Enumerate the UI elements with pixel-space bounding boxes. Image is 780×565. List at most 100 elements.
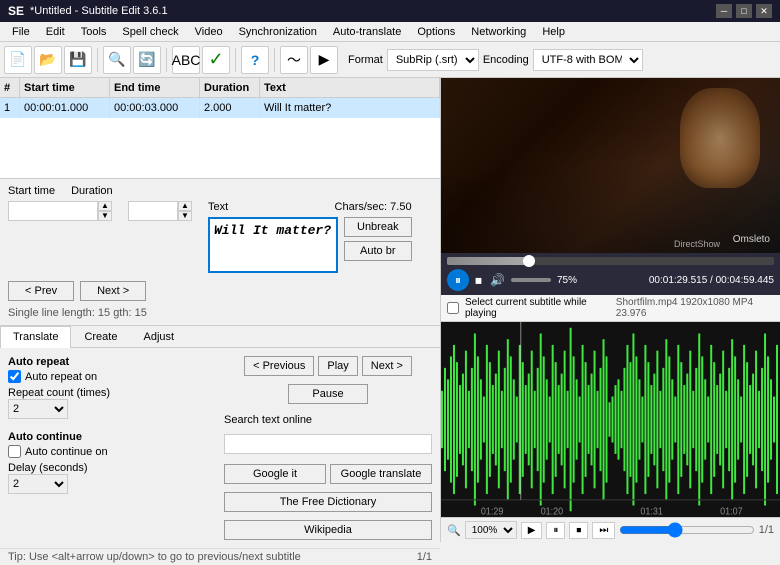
minimize-button[interactable]: ─ xyxy=(716,4,732,18)
menu-networking[interactable]: Networking xyxy=(463,24,534,40)
encoding-select[interactable]: UTF-8 with BOM xyxy=(533,49,643,71)
auto-continue-label: Auto continue xyxy=(8,431,216,443)
video-controls: ⏸ ⏹ 🔊 75% 00:01:29.515 / 00:04:59.445 xyxy=(441,253,780,295)
start-time-input[interactable]: 00:00:01.000 xyxy=(8,201,98,221)
subtitle-textarea[interactable]: Will It matter? xyxy=(208,217,338,273)
waveform-play-button[interactable]: ▶ xyxy=(521,522,543,539)
auto-repeat-label: Auto repeat xyxy=(8,356,216,368)
tabs-row: Translate Create Adjust xyxy=(0,326,440,348)
auto-repeat-checkbox[interactable] xyxy=(8,370,21,383)
auto-continue-checkbox[interactable] xyxy=(8,445,21,458)
svg-text:01:07: 01:07 xyxy=(720,506,742,517)
next-translate-button[interactable]: Next > xyxy=(362,356,412,376)
table-header: # Start time End time Duration Text xyxy=(0,78,440,98)
menu-file[interactable]: File xyxy=(4,24,38,40)
col-start: Start time xyxy=(20,78,110,97)
tab-adjust[interactable]: Adjust xyxy=(130,326,187,347)
duration-down[interactable]: ▼ xyxy=(178,211,192,221)
waveform-button[interactable]: 〜 xyxy=(280,46,308,74)
col-end: End time xyxy=(110,78,200,97)
menu-bar: File Edit Tools Spell check Video Synchr… xyxy=(0,22,780,42)
menu-video[interactable]: Video xyxy=(187,24,231,40)
cell-start: 00:00:01.000 xyxy=(20,98,110,118)
play-translate-button[interactable]: Play xyxy=(318,356,357,376)
svg-text:01:29: 01:29 xyxy=(481,506,503,517)
format-label: Format xyxy=(348,54,383,66)
line-info: Single line length: 15 gth: 15 xyxy=(8,307,432,319)
waveform-page-info: 1/1 xyxy=(759,524,774,536)
tab-translate[interactable]: Translate xyxy=(0,326,71,348)
col-text: Text xyxy=(260,78,440,97)
menu-sync[interactable]: Synchronization xyxy=(231,24,325,40)
waveform-stop-button[interactable]: ⏹ xyxy=(569,522,588,539)
wikipedia-button[interactable]: Wikipedia xyxy=(224,520,432,540)
previous-button[interactable]: < Previous xyxy=(244,356,314,376)
video-button[interactable]: ▶ xyxy=(310,46,338,74)
chars-per-sec: Chars/sec: 7.50 xyxy=(335,201,412,213)
prev-button[interactable]: < Prev xyxy=(8,281,74,301)
delay-label: Delay (seconds) xyxy=(8,462,87,474)
directshow-label: DirectShow xyxy=(674,239,720,249)
open-button[interactable]: 📂 xyxy=(34,46,62,74)
menu-tools[interactable]: Tools xyxy=(73,24,115,40)
replace-button[interactable]: 🔄 xyxy=(133,46,161,74)
repeat-count-select[interactable]: 2 xyxy=(8,399,68,419)
waveform-container[interactable]: 01:29 01:20 01:31 01:07 xyxy=(441,322,780,517)
spell-button[interactable]: ABC xyxy=(172,46,200,74)
save-button[interactable]: 💾 xyxy=(64,46,92,74)
duration-up[interactable]: ▲ xyxy=(178,201,192,211)
search-online-input[interactable] xyxy=(224,434,432,454)
tip-text: Tip: Use <alt+arrow up/down> to go to pr… xyxy=(8,551,301,563)
free-dict-button[interactable]: The Free Dictionary xyxy=(224,492,432,512)
cell-duration: 2.000 xyxy=(200,98,260,118)
search-button[interactable]: 🔍 xyxy=(103,46,131,74)
file-info: Shortfilm.mp4 1920x1080 MP4 23.976 xyxy=(616,297,774,319)
format-select[interactable]: SubRip (.srt) xyxy=(387,49,479,71)
menu-help[interactable]: Help xyxy=(534,24,573,40)
cell-end: 00:00:03.000 xyxy=(110,98,200,118)
zoom-select[interactable]: 100% xyxy=(465,521,517,539)
start-time-up[interactable]: ▲ xyxy=(98,201,112,211)
play-pause-button[interactable]: ⏸ xyxy=(447,269,469,291)
repeat-count-label: Repeat count (times) xyxy=(8,387,110,399)
check-button[interactable]: ✓ xyxy=(202,46,230,74)
menu-autotranslate[interactable]: Auto-translate xyxy=(325,24,409,40)
google-it-button[interactable]: Google it xyxy=(224,464,326,484)
waveform-display: 01:29 01:20 01:31 01:07 xyxy=(441,322,780,517)
menu-spellcheck[interactable]: Spell check xyxy=(114,24,186,40)
duration-input[interactable]: 2.000 xyxy=(128,201,178,221)
volume-slider[interactable] xyxy=(511,278,551,282)
maximize-button[interactable]: □ xyxy=(736,4,752,18)
progress-bar[interactable] xyxy=(447,257,774,265)
new-button[interactable]: 📄 xyxy=(4,46,32,74)
pause-button[interactable]: Pause xyxy=(288,384,368,404)
page-info: 1/1 xyxy=(417,551,432,563)
auto-repeat-section: Auto repeat Auto repeat on Repeat count … xyxy=(8,356,216,419)
close-button[interactable]: ✕ xyxy=(756,4,772,18)
unbreak-button[interactable]: Unbreak xyxy=(344,217,412,237)
auto-repeat-on-label: Auto repeat on xyxy=(25,371,97,383)
google-translate-button[interactable]: Google translate xyxy=(330,464,432,484)
video-area: Omsleto DirectShow xyxy=(441,78,780,253)
waveform-next-button[interactable]: ⏭ xyxy=(592,522,615,539)
next-button[interactable]: Next > xyxy=(80,281,146,301)
col-duration: Duration xyxy=(200,78,260,97)
edit-area: Start time Duration 00:00:01.000 ▲ ▼ xyxy=(0,179,440,325)
time-display: 00:01:29.515 / 00:04:59.445 xyxy=(649,275,774,286)
title-bar: SE *Untitled - Subtitle Edit 3.6.1 ─ □ ✕ xyxy=(0,0,780,22)
text-label: Text xyxy=(208,201,228,213)
waveform-pause-button[interactable]: ⏸ xyxy=(546,522,565,539)
stop-button[interactable]: ⏹ xyxy=(473,270,484,291)
help-button[interactable]: ? xyxy=(241,46,269,74)
table-row[interactable]: 1 00:00:01.000 00:00:03.000 2.000 Will I… xyxy=(0,98,440,118)
menu-options[interactable]: Options xyxy=(409,24,463,40)
menu-edit[interactable]: Edit xyxy=(38,24,73,40)
waveform-scroll[interactable] xyxy=(619,526,754,534)
delay-select[interactable]: 2 xyxy=(8,474,68,494)
select-while-playing-checkbox[interactable] xyxy=(447,302,459,314)
auto-br-button[interactable]: Auto br xyxy=(344,241,412,261)
svg-text:01:31: 01:31 xyxy=(640,506,662,517)
start-time-down[interactable]: ▼ xyxy=(98,211,112,221)
tab-create[interactable]: Create xyxy=(71,326,130,347)
zoom-label: 🔍 xyxy=(447,524,461,537)
